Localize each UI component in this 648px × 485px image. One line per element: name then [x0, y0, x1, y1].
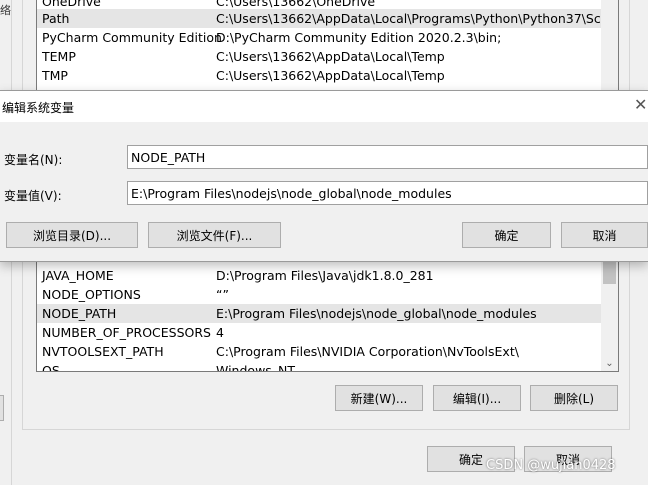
parent-window-button-fragment[interactable]: [0, 395, 4, 421]
variable-name: JAVA_HOME: [42, 268, 114, 283]
variable-value: 4: [216, 325, 224, 340]
variable-name: NVTOOLSEXT_PATH: [42, 344, 164, 359]
list-item[interactable]: NODE_OPTIONS “”: [37, 285, 602, 304]
list-item[interactable]: NODE_PATH E:\Program Files\nodejs\node_g…: [37, 304, 602, 323]
list-item[interactable]: JAVA_HOME D:\Program Files\Java\jdk1.8.0…: [37, 266, 602, 285]
list-item[interactable]: TMP C:\Users\13662\AppData\Local\Temp: [37, 66, 601, 85]
chevron-down-icon[interactable]: ⌄: [601, 358, 618, 369]
variable-value: C:\Users\13662\OneDrive: [216, 0, 376, 9]
edit-variable-button[interactable]: 编辑(I)...: [433, 385, 521, 411]
watermark: CSDN @wujian0428: [486, 458, 616, 473]
variable-name: PyCharm Community Edition: [42, 30, 222, 45]
variable-name-label: 变量名(N):: [4, 153, 63, 167]
variable-name: NODE_PATH: [42, 306, 117, 321]
variable-value-field[interactable]: E:\Program Files\nodejs\node_global\node…: [127, 181, 648, 205]
variable-name: Path: [42, 11, 70, 26]
variable-value: C:\Users\13662\AppData\Local\Temp: [216, 49, 445, 64]
variable-name-field[interactable]: NODE_PATH: [127, 145, 648, 169]
variable-value: C:\Program Files\NVIDIA Corporation\NvTo…: [216, 344, 519, 359]
list-item[interactable]: Path C:\Users\13662\AppData\Local\Progra…: [37, 9, 601, 28]
list-item[interactable]: NUMBER_OF_PROCESSORS 4: [37, 323, 602, 342]
variable-name: OneDrive: [42, 0, 101, 9]
variable-value: C:\Users\13662\AppData\Local\Temp: [216, 68, 445, 83]
variable-name: NUMBER_OF_PROCESSORS: [42, 325, 211, 340]
browse-directory-button[interactable]: 浏览目录(D)...: [6, 222, 138, 248]
variable-name: TEMP: [42, 49, 76, 64]
dialog-title: 编辑系统变量: [2, 101, 75, 115]
variable-name: NODE_OPTIONS: [42, 287, 141, 302]
system-variables-list[interactable]: JAVA_HOME D:\Program Files\Java\jdk1.8.0…: [36, 262, 619, 372]
edit-system-variable-dialog: 编辑系统变量 ✕ 变量名(N): NODE_PATH 变量值(V): E:\Pr…: [0, 90, 648, 262]
list-item[interactable]: PyCharm Community Edition D:\PyCharm Com…: [37, 28, 601, 47]
variable-value: C:\Users\13662\AppData\Local\Programs\Py…: [216, 11, 601, 26]
variable-value: E:\Program Files\nodejs\node_global\node…: [216, 306, 537, 321]
system-variables-scrollbar[interactable]: ⌄: [601, 262, 618, 371]
browse-file-button[interactable]: 浏览文件(F)...: [148, 222, 281, 248]
variable-value-label: 变量值(V):: [4, 189, 62, 203]
variable-value: D:\PyCharm Community Edition 2020.2.3\bi…: [216, 30, 502, 45]
scrollbar-thumb[interactable]: [603, 262, 616, 284]
variable-value: D:\Program Files\Java\jdk1.8.0_281: [216, 268, 434, 283]
parent-window-fragment-text: 络: [0, 4, 11, 17]
variable-value: Windows_NT: [216, 363, 296, 372]
list-item[interactable]: NVTOOLSEXT_PATH C:\Program Files\NVIDIA …: [37, 342, 602, 361]
dialog-titlebar[interactable]: 编辑系统变量 ✕: [0, 91, 648, 122]
delete-variable-button[interactable]: 删除(L): [530, 385, 618, 411]
new-variable-button[interactable]: 新建(W)...: [335, 385, 423, 411]
list-item[interactable]: TEMP C:\Users\13662\AppData\Local\Temp: [37, 47, 601, 66]
user-variables-list[interactable]: OneDrive C:\Users\13662\OneDrive Path C:…: [36, 0, 601, 90]
cancel-button[interactable]: 取消: [561, 222, 648, 248]
ok-button[interactable]: 确定: [462, 222, 551, 248]
variable-name: OS: [42, 363, 60, 372]
user-variables-scrollbar[interactable]: [601, 0, 619, 90]
variable-name: TMP: [42, 68, 68, 83]
variable-value: “”: [216, 287, 229, 302]
close-icon[interactable]: ✕: [634, 95, 648, 114]
list-item[interactable]: OS Windows_NT: [37, 361, 602, 372]
